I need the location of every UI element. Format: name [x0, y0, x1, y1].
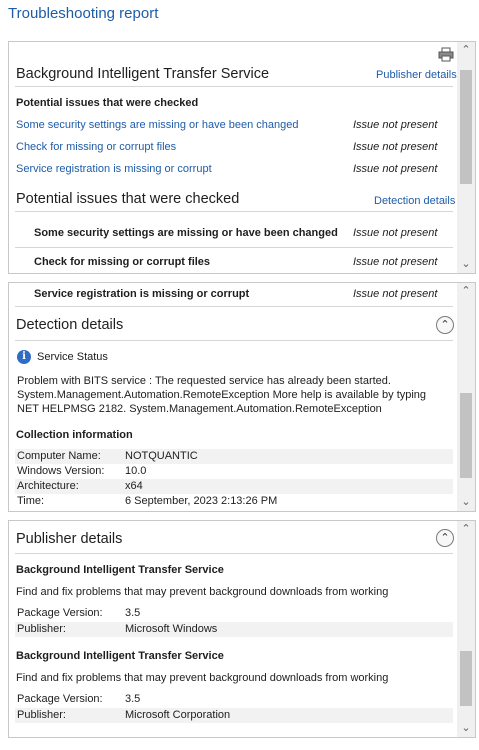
divider — [15, 211, 453, 212]
publisher-description: Find and fix problems that may prevent b… — [16, 672, 389, 684]
issue-link-files[interactable]: Check for missing or corrupt files — [16, 141, 176, 153]
error-message: Problem with BITS service : The requeste… — [17, 375, 427, 415]
info-icon: i — [17, 350, 31, 364]
collection-key: Time: — [17, 495, 45, 507]
publisher-panel: Publisher details ⌃ Background Intellige… — [8, 520, 476, 738]
detection-content: Service registration is missing or corru… — [9, 283, 457, 511]
service-title: Background Intelligent Transfer Service — [16, 66, 270, 82]
collection-row: Time: 6 September, 2023 2:13:26 PM — [15, 494, 453, 509]
divider — [15, 553, 453, 554]
summary-scrollbar[interactable]: ⌃ ⌄ — [457, 42, 475, 273]
collection-value: 10.0 — [125, 465, 147, 477]
field-value: Microsoft Windows — [125, 623, 218, 635]
collection-value: x64 — [125, 480, 143, 492]
publisher-name: Background Intelligent Transfer Service — [16, 564, 224, 576]
divider — [15, 247, 453, 248]
detection-details-link[interactable]: Detection details — [374, 195, 455, 207]
printer-icon[interactable] — [437, 47, 455, 63]
publisher-description: Find and fix problems that may prevent b… — [16, 586, 389, 598]
publisher-field-row: Publisher: Microsoft Corporation — [15, 708, 453, 723]
collection-key: Windows Version: — [17, 465, 105, 477]
issue-status: Issue not present — [353, 256, 438, 268]
publisher-content: Publisher details ⌃ Background Intellige… — [9, 521, 457, 737]
collection-row: Windows Version: 10.0 — [15, 464, 453, 479]
collapse-icon[interactable]: ⌃ — [436, 316, 454, 334]
scroll-down-icon[interactable]: ⌄ — [457, 494, 475, 511]
summary-content: Background Intelligent Transfer Service … — [9, 42, 457, 273]
publisher-field-row: Package Version: 3.5 — [15, 606, 453, 621]
publisher-name: Background Intelligent Transfer Service — [16, 650, 224, 662]
detection-panel: Service registration is missing or corru… — [8, 282, 476, 512]
summary-panel: Background Intelligent Transfer Service … — [8, 41, 476, 274]
collection-row: Architecture: x64 — [15, 479, 453, 494]
issue-link-registration[interactable]: Service registration is missing or corru… — [16, 163, 212, 175]
scroll-thumb[interactable] — [460, 70, 472, 184]
collection-key: Computer Name: — [17, 450, 101, 462]
scroll-up-icon[interactable]: ⌃ — [457, 521, 475, 538]
collection-heading: Collection information — [16, 429, 133, 441]
issue-status: Issue not present — [353, 227, 438, 239]
detail-issue-files: Check for missing or corrupt files — [34, 256, 211, 268]
scroll-up-icon[interactable]: ⌃ — [457, 42, 475, 59]
publisher-details-link[interactable]: Publisher details — [376, 69, 457, 81]
divider — [15, 86, 453, 87]
detection-heading: Detection details — [16, 317, 124, 333]
service-status-label: Service Status — [37, 351, 108, 363]
field-key: Package Version: — [17, 693, 103, 705]
collection-value: NOTQUANTIC — [125, 450, 198, 462]
issue-status: Issue not present — [353, 119, 438, 131]
scroll-up-icon[interactable]: ⌃ — [457, 283, 475, 300]
issue-status: Issue not present — [353, 288, 438, 300]
page-title: Troubleshooting report — [8, 5, 159, 22]
publisher-field-row: Package Version: 3.5 — [15, 692, 453, 707]
checked-heading: Potential issues that were checked — [16, 97, 199, 109]
publisher-field-row: Publisher: Microsoft Windows — [15, 622, 453, 637]
field-key: Publisher: — [17, 709, 66, 721]
scroll-down-icon[interactable]: ⌄ — [457, 256, 475, 273]
publisher-heading: Publisher details — [16, 531, 123, 547]
field-key: Publisher: — [17, 623, 66, 635]
divider — [15, 340, 453, 341]
collection-key: Architecture: — [17, 480, 79, 492]
divider — [15, 306, 453, 307]
field-value: 3.5 — [125, 607, 141, 619]
field-key: Package Version: — [17, 607, 103, 619]
collection-value: 6 September, 2023 2:13:26 PM — [125, 495, 278, 507]
collapse-icon[interactable]: ⌃ — [436, 529, 454, 547]
scroll-down-icon[interactable]: ⌄ — [457, 720, 475, 737]
scroll-thumb[interactable] — [460, 393, 472, 478]
detail-issue-registration: Service registration is missing or corru… — [34, 288, 250, 300]
issue-status: Issue not present — [353, 141, 438, 153]
field-value: Microsoft Corporation — [125, 709, 231, 721]
detail-issue-security: Some security settings are missing or ha… — [34, 227, 338, 239]
section-heading: Potential issues that were checked — [16, 191, 240, 207]
issue-link-security[interactable]: Some security settings are missing or ha… — [16, 119, 299, 131]
detection-scrollbar[interactable]: ⌃ ⌄ — [457, 283, 475, 511]
issue-status: Issue not present — [353, 163, 438, 175]
collection-row: Computer Name: NOTQUANTIC — [15, 449, 453, 464]
field-value: 3.5 — [125, 693, 141, 705]
publisher-scrollbar[interactable]: ⌃ ⌄ — [457, 521, 475, 737]
scroll-thumb[interactable] — [460, 651, 472, 706]
